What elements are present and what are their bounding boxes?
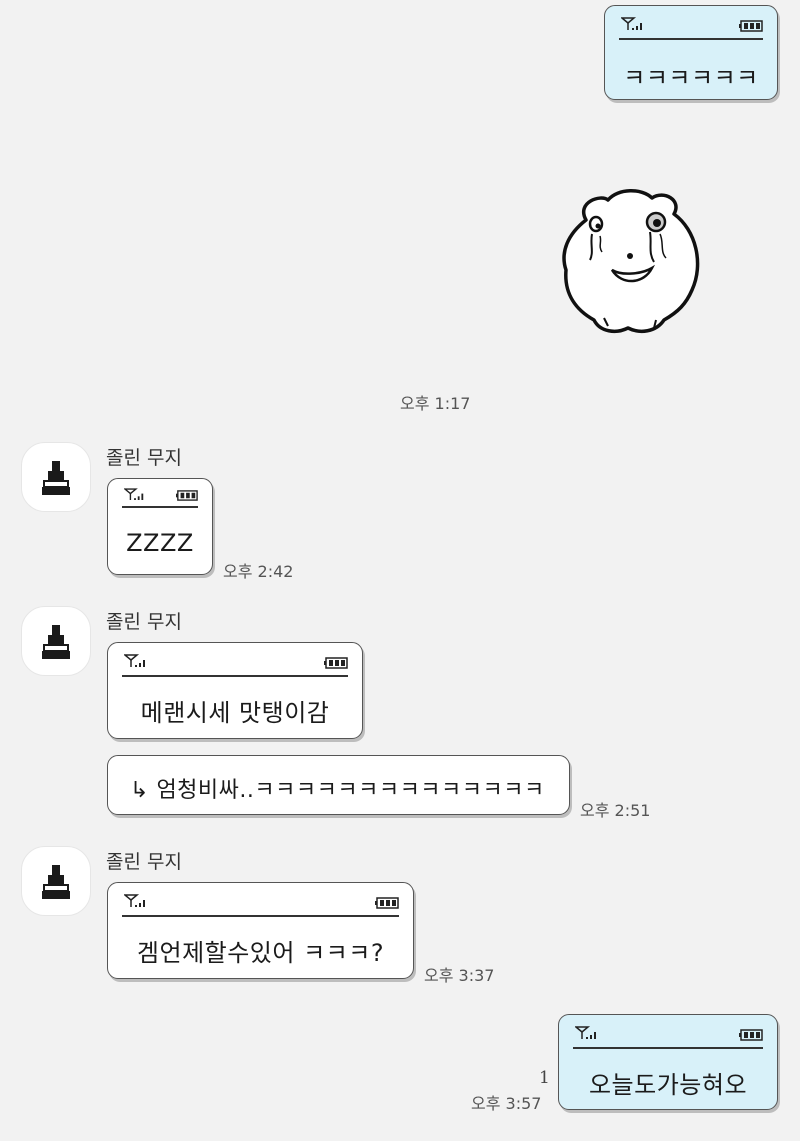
- message-text: ㅋㅋㅋㅋㅋㅋ: [623, 64, 759, 92]
- phone-status-bar: [122, 651, 348, 677]
- message-text: 오늘도가능혀오: [588, 1071, 748, 1099]
- avatar[interactable]: [21, 606, 91, 676]
- signal-bars-icon: [621, 17, 642, 30]
- unread-count: 1: [539, 1068, 550, 1088]
- phone-status-bar: [122, 891, 399, 917]
- my-message-bubble[interactable]: 오늘도가능혀오: [558, 1014, 778, 1110]
- reply-message-bubble[interactable]: ↳ 엄청비싸..ㅋㅋㅋㅋㅋㅋㅋㅋㅋㅋㅋㅋㅋㅋ: [107, 755, 570, 815]
- message-text: ZZZZ: [126, 529, 194, 557]
- sender-name: 졸린 무지: [106, 851, 182, 873]
- message-timestamp: 오후 3:37: [424, 966, 495, 985]
- battery-icon: [375, 897, 399, 909]
- phone-status-bar: [122, 486, 198, 508]
- sender-name: 졸린 무지: [106, 447, 182, 469]
- sender-name: 졸린 무지: [106, 611, 182, 633]
- avatar[interactable]: [21, 846, 91, 916]
- message-text: 메랜시세 맛탱이감: [140, 699, 330, 727]
- sticker-timestamp: 오후 1:17: [400, 394, 471, 413]
- other-message-bubble[interactable]: 메랜시세 맛탱이감: [107, 642, 363, 739]
- message-text: 엄청비싸..ㅋㅋㅋㅋㅋㅋㅋㅋㅋㅋㅋㅋㅋㅋ: [156, 778, 545, 803]
- avatar[interactable]: [21, 442, 91, 512]
- muji-profile-icon: [42, 461, 70, 495]
- other-message-bubble[interactable]: 겜언제할수있어 ㅋㅋㅋ?: [107, 882, 414, 979]
- signal-bars-icon: [575, 1026, 596, 1039]
- phone-status-bar: [573, 1023, 763, 1049]
- message-timestamp: 오후 3:57: [471, 1094, 542, 1113]
- signal-bars-icon: [124, 654, 145, 667]
- muji-profile-icon: [42, 865, 70, 899]
- battery-icon: [739, 20, 763, 32]
- signal-bars-icon: [124, 894, 145, 907]
- message-timestamp: 오후 2:42: [223, 562, 294, 581]
- other-message-bubble[interactable]: ZZZZ: [107, 478, 213, 575]
- message-text: 겜언제할수있어 ㅋㅋㅋ?: [136, 939, 385, 967]
- muji-profile-icon: [42, 625, 70, 659]
- reply-message-text: ↳ 엄청비싸..ㅋㅋㅋㅋㅋㅋㅋㅋㅋㅋㅋㅋㅋㅋ: [108, 772, 569, 804]
- message-timestamp: 오후 2:51: [580, 801, 651, 820]
- battery-icon: [176, 490, 198, 501]
- crying-hamster-sticker[interactable]: [556, 182, 706, 342]
- battery-icon: [739, 1029, 763, 1041]
- reply-arrow-icon: ↳: [130, 778, 149, 803]
- phone-status-bar: [619, 14, 763, 40]
- my-message-bubble[interactable]: ㅋㅋㅋㅋㅋㅋ: [604, 5, 778, 100]
- battery-icon: [324, 657, 348, 669]
- signal-bars-icon: [124, 488, 144, 500]
